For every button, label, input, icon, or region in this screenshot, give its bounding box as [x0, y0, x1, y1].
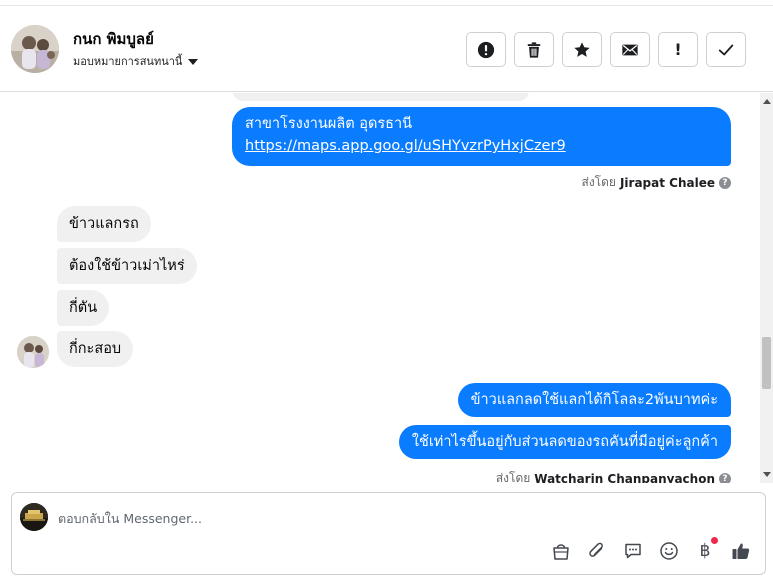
- checkmark-icon: [718, 44, 734, 55]
- assign-label: มอบหมายการสนทนานี้: [73, 55, 183, 68]
- mark-unread-button[interactable]: [610, 32, 650, 67]
- saved-replies-icon: [625, 543, 641, 559]
- envelope-icon: [622, 44, 638, 55]
- sent-by-label: ส่งโดย Jirapat Chalee ?: [581, 173, 731, 192]
- outgoing-message-bubble[interactable]: สาขาโรงงานผลิต อุดรธานี https://maps.app…: [232, 107, 731, 166]
- sent-by-label: ส่งโดย Watcharin Chanpanyachon ?: [496, 469, 731, 483]
- sender-name: Watcharin Chanpanyachon: [534, 471, 715, 484]
- paperclip-icon: [589, 542, 603, 557]
- previous-message-bubble: [233, 93, 529, 101]
- message-text: ใช้เท่าไรขึ้นอยู่กับส่วนลดของรถคันที่มีอ…: [411, 434, 718, 450]
- help-icon[interactable]: ?: [719, 176, 731, 189]
- emoji-icon: [660, 542, 678, 560]
- reply-input[interactable]: [58, 506, 538, 530]
- incoming-message-bubble[interactable]: กี่ตัน: [57, 290, 110, 326]
- send-like-button[interactable]: [729, 539, 753, 563]
- chevron-down-icon: [188, 58, 199, 65]
- contact-avatar[interactable]: [11, 25, 59, 73]
- payment-baht-icon: ฿: [699, 541, 711, 561]
- conversation-header: กนก พิมบูลย์ มอบหมายการสนทนานี้ !: [0, 6, 773, 92]
- scroll-down-arrow[interactable]: [763, 472, 771, 477]
- sent-by-prefix: ส่งโดย: [495, 471, 531, 483]
- shop-button[interactable]: [549, 539, 573, 563]
- notification-dot: [711, 537, 718, 544]
- message-text: สาขาโรงงานผลิต อุดรธานี: [245, 116, 413, 132]
- conversation-actions: !: [466, 32, 746, 67]
- exclamation-icon: !: [674, 40, 682, 59]
- incoming-message-bubble[interactable]: ต้องใช้ข้าวเม่าไหร่: [57, 248, 197, 284]
- message-text: ข้าวแลกลดใช้แลกได้กิโลละ2พันบาทค่ะ: [470, 392, 718, 408]
- help-icon[interactable]: ?: [719, 472, 731, 483]
- shop-bag-icon: [553, 544, 569, 560]
- payment-button[interactable]: ฿: [693, 537, 718, 563]
- alert-circle-icon: [477, 41, 495, 58]
- star-button[interactable]: [562, 32, 602, 67]
- message-thread[interactable]: สาขาโรงงานผลิต อุดรธานี https://maps.app…: [0, 93, 760, 483]
- saved-replies-button[interactable]: [621, 539, 645, 563]
- contact-avatar-small: [17, 336, 49, 368]
- report-spam-button[interactable]: [466, 32, 506, 67]
- reply-composer: ฿: [11, 492, 766, 575]
- message-text: ข้าวแลกรถ: [69, 216, 139, 232]
- sent-by-prefix: ส่งโดย: [581, 175, 616, 189]
- scrollbar-thumb[interactable]: [762, 337, 771, 389]
- emoji-button[interactable]: [657, 539, 681, 563]
- message-text: กี่กะสอบ: [69, 341, 122, 357]
- scroll-up-arrow[interactable]: [763, 99, 771, 104]
- message-text: กี่ตัน: [69, 300, 98, 316]
- star-icon: [574, 41, 590, 57]
- contact-name[interactable]: กนก พิมบูลย์: [73, 27, 154, 51]
- mark-done-button[interactable]: [706, 32, 746, 67]
- trash-icon: [527, 41, 541, 58]
- incoming-message-bubble[interactable]: กี่กะสอบ: [57, 331, 134, 367]
- message-text: ต้องใช้ข้าวเม่าไหร่: [69, 258, 185, 274]
- outgoing-message-bubble[interactable]: ข้าวแลกลดใช้แลกได้กิโลละ2พันบาทค่ะ: [457, 383, 731, 417]
- outgoing-message-bubble[interactable]: ใช้เท่าไรขึ้นอยู่กับส่วนลดของรถคันที่มีอ…: [398, 425, 731, 459]
- thread-scrollbar[interactable]: [760, 93, 773, 483]
- sender-name: Jirapat Chalee: [619, 175, 715, 190]
- assign-conversation-dropdown[interactable]: มอบหมายการสนทนานี้: [73, 52, 199, 70]
- map-link[interactable]: https://maps.app.goo.gl/uSHYvzrPyHxjCzer…: [245, 138, 566, 154]
- composer-toolbar: ฿: [549, 537, 753, 563]
- delete-button[interactable]: [514, 32, 554, 67]
- follow-up-button[interactable]: !: [658, 32, 698, 67]
- thumbs-up-icon: [732, 543, 750, 559]
- page-avatar: [20, 503, 48, 531]
- incoming-message-bubble[interactable]: ข้าวแลกรถ: [57, 206, 151, 242]
- attach-button[interactable]: [585, 539, 609, 563]
